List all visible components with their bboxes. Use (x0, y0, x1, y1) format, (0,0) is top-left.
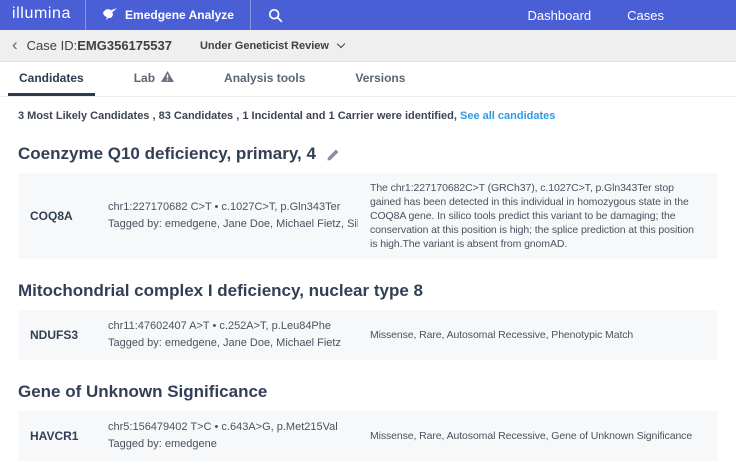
variant-info: chr11:47602407 A>T • c.252A>T, p.Leu84Ph… (108, 318, 358, 352)
tagged-by: Tagged by: emedgene, Jane Doe, Michael F… (108, 216, 358, 233)
candidates-summary: 3 Most Likely Candidates , 83 Candidates… (18, 110, 718, 122)
nav-dashboard[interactable]: Dashboard (528, 8, 592, 23)
edit-pencil-icon[interactable] (326, 147, 341, 162)
gene-name[interactable]: HAVCR1 (18, 429, 108, 443)
see-all-candidates-link[interactable]: See all candidates (460, 110, 555, 122)
variant-notation: chr5:156479402 T>C • c.643A>G, p.Met215V… (108, 419, 358, 436)
case-id-value: EMG356175537 (77, 38, 172, 53)
variant-notation: chr11:47602407 A>T • c.252A>T, p.Leu84Ph… (108, 318, 358, 335)
variant-description: The chr1:227170682C>T (GRCh37), c.1027C>… (358, 181, 710, 251)
tab-versions-label: Versions (355, 71, 405, 85)
nav-cases[interactable]: Cases (627, 8, 664, 23)
section-title: Mitochondrial complex I deficiency, nucl… (18, 281, 718, 301)
variant-info: chr1:227170682 C>T • c.1027C>T, p.Gln343… (108, 199, 358, 233)
chevron-down-icon (337, 40, 345, 48)
section-title: Gene of Unknown Significance (18, 382, 718, 402)
case-status-dropdown[interactable]: Under Geneticist Review (200, 40, 344, 52)
case-title: Case ID:EMG356175537 (27, 38, 172, 53)
emedgene-hummingbird-icon (102, 7, 118, 24)
top-navigation-bar: illumina Emedgene Analyze Dashboard Case… (0, 0, 736, 30)
tab-analysis-tools[interactable]: Analysis tools (213, 62, 316, 96)
tagged-by: Tagged by: emedgene, Jane Doe, Michael F… (108, 335, 358, 352)
gene-name[interactable]: COQ8A (18, 209, 108, 223)
tab-candidates[interactable]: Candidates (8, 62, 95, 96)
case-header-bar: ‹ Case ID:EMG356175537 Under Geneticist … (0, 30, 736, 62)
summary-text: 3 Most Likely Candidates , 83 Candidates… (18, 110, 457, 122)
search-icon[interactable] (251, 8, 300, 23)
section-gene-unknown-significance: Gene of Unknown Significance HAVCR1 chr5… (0, 382, 736, 461)
tab-candidates-label: Candidates (19, 71, 84, 85)
section-coenzyme-q10: Coenzyme Q10 deficiency, primary, 4 COQ8… (0, 144, 736, 259)
tagged-by: Tagged by: emedgene (108, 436, 358, 453)
section-title-text: Gene of Unknown Significance (18, 382, 267, 402)
section-title-text: Mitochondrial complex I deficiency, nucl… (18, 281, 423, 301)
illumina-logo[interactable]: illumina (0, 5, 85, 25)
app-name-label: Emedgene Analyze (125, 8, 234, 22)
tab-versions[interactable]: Versions (344, 62, 416, 96)
gene-name[interactable]: NDUFS3 (18, 328, 108, 342)
variant-tags: Missense, Rare, Autosomal Recessive, Phe… (358, 328, 718, 342)
warning-triangle-icon (161, 71, 174, 85)
case-status-label: Under Geneticist Review (200, 40, 329, 52)
tab-lab-label: Lab (134, 71, 155, 85)
section-title-text: Coenzyme Q10 deficiency, primary, 4 (18, 144, 316, 164)
section-title: Coenzyme Q10 deficiency, primary, 4 (18, 144, 718, 164)
variant-row-havcr1[interactable]: HAVCR1 chr5:156479402 T>C • c.643A>G, p.… (18, 411, 718, 461)
tab-analysis-tools-label: Analysis tools (224, 71, 305, 85)
app-switcher[interactable]: Emedgene Analyze (86, 7, 250, 24)
variant-notation: chr1:227170682 C>T • c.1027C>T, p.Gln343… (108, 199, 358, 216)
case-id-label: Case ID: (27, 38, 78, 53)
variant-row-ndufs3[interactable]: NDUFS3 chr11:47602407 A>T • c.252A>T, p.… (18, 310, 718, 360)
variant-row-coq8a[interactable]: COQ8A chr1:227170682 C>T • c.1027C>T, p.… (18, 173, 718, 259)
variant-info: chr5:156479402 T>C • c.643A>G, p.Met215V… (108, 419, 358, 453)
section-mitochondrial-complex: Mitochondrial complex I deficiency, nucl… (0, 281, 736, 360)
tab-lab[interactable]: Lab (123, 62, 185, 96)
tab-bar: Candidates Lab Analysis tools Versions (0, 62, 736, 97)
variant-tags: Missense, Rare, Autosomal Recessive, Gen… (358, 429, 718, 443)
back-chevron-icon[interactable]: ‹ (0, 36, 27, 55)
